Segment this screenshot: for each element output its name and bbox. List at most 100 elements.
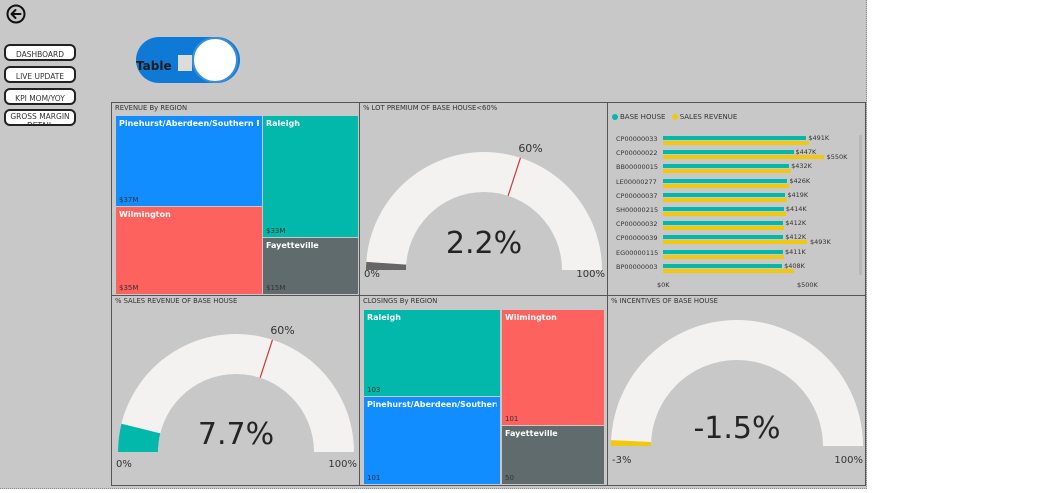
data-label: $408K xyxy=(784,261,805,270)
gauge-value: 2.2% xyxy=(446,226,522,261)
treemap-tile[interactable]: Wilmington $35M xyxy=(116,207,262,294)
bar-base-house[interactable] xyxy=(663,263,783,268)
category-label: LE00000277 xyxy=(616,177,657,186)
bar-base-house[interactable] xyxy=(663,221,784,226)
gross-margin-detail-button[interactable]: GROSS MARGIN DETAIL xyxy=(4,109,76,126)
tile-label: Fayetteville xyxy=(266,241,319,250)
tile-label: Raleigh xyxy=(266,119,300,128)
category-label: BP00000003 xyxy=(616,262,658,271)
bar-base-house[interactable] xyxy=(663,136,807,140)
table-toggle[interactable]: Table xyxy=(136,35,242,87)
data-label: $447K xyxy=(795,148,817,157)
x-tick-label: $500K xyxy=(797,281,818,289)
bar-base-house[interactable] xyxy=(663,150,794,155)
gauge-svg: -1.5% -3% 100% xyxy=(611,320,863,466)
treemap-tile[interactable]: Raleigh $33M xyxy=(263,116,358,237)
data-label: $493K xyxy=(809,238,831,247)
tile-label: Pinehurst/Aberdeen/Southern Pi... xyxy=(119,119,259,128)
data-label: $491K xyxy=(808,134,830,142)
bar-base-house[interactable] xyxy=(663,192,786,197)
tile-value: $33M xyxy=(266,227,286,235)
tile-value: $35M xyxy=(119,284,139,292)
gauge-target-label: 60% xyxy=(270,324,294,337)
legend-label: BASE HOUSE xyxy=(620,113,666,121)
tile-label: Pinehurst/Aberdeen/Southern ... xyxy=(367,400,497,409)
tile-value: $37M xyxy=(119,196,139,204)
data-label: $550K xyxy=(826,153,848,162)
sales-revenue-gauge[interactable]: % SALES REVENUE OF BASE HOUSE 60% 7.7% 0… xyxy=(111,295,360,486)
bar-base-house[interactable] xyxy=(663,235,784,240)
x-tick-label: $0K xyxy=(657,281,670,289)
lot-premium-gauge[interactable]: % LOT PREMIUM OF BASE HOUSE<60% 60% 2.2%… xyxy=(359,102,608,296)
category-label: BB00000015 xyxy=(616,163,659,172)
category-label: CP00000032 xyxy=(616,220,658,229)
gauge-min-label: 0% xyxy=(116,459,132,470)
tile-value: $15M xyxy=(266,284,286,292)
treemap-tile[interactable]: Fayetteville 50 xyxy=(502,426,604,484)
gauge-min-label: 0% xyxy=(364,269,380,280)
data-label: $414K xyxy=(785,205,807,213)
bar-base-house[interactable] xyxy=(663,207,784,211)
base-house-vs-sales-revenue-chart[interactable]: BASE HOUSE SALES REVENUE CP00000033 $491K… xyxy=(607,102,866,296)
category-label: EG00000115 xyxy=(616,248,659,257)
treemap-tile[interactable]: Fayetteville $15M xyxy=(263,238,358,294)
tile-value: 101 xyxy=(505,415,519,423)
report-canvas: DASHBOARD LIVE UPDATE KPI MOM/YOY GROSS … xyxy=(0,0,867,489)
bar-sales-revenue[interactable] xyxy=(663,197,788,202)
panel-title: CLOSINGS By REGION xyxy=(363,297,438,305)
bar-sales-revenue[interactable] xyxy=(663,169,792,174)
tile-value: 101 xyxy=(367,474,381,482)
toggle-knob[interactable] xyxy=(192,37,238,83)
category-label: CP00000033 xyxy=(616,135,658,143)
toggle-notch xyxy=(178,55,192,71)
data-label: $412K xyxy=(785,219,807,228)
gauge-value: 7.7% xyxy=(198,417,274,452)
bar-base-house[interactable] xyxy=(663,164,790,169)
bar-sales-revenue[interactable] xyxy=(663,141,809,145)
incentives-gauge[interactable]: % INCENTIVES OF BASE HOUSE -1.5% -3% 100… xyxy=(607,295,866,486)
data-label: $419K xyxy=(787,190,809,199)
gauge-max-label: 100% xyxy=(834,455,863,466)
panel-title: REVENUE By REGION xyxy=(115,104,188,112)
category-label: CP00000022 xyxy=(616,149,658,158)
bar-sales-revenue[interactable] xyxy=(663,226,785,231)
gauge-target-label: 60% xyxy=(518,142,542,155)
data-label: $411K xyxy=(785,247,806,256)
revenue-by-region-treemap[interactable]: REVENUE By REGION Pinehurst/Aberdeen/Sou… xyxy=(111,102,360,296)
treemap-tile[interactable]: Pinehurst/Aberdeen/Southern Pi... $37M xyxy=(116,116,262,206)
category-label: CP00000037 xyxy=(616,191,658,200)
live-update-button[interactable]: LIVE UPDATE xyxy=(4,66,76,83)
bar-sales-revenue[interactable] xyxy=(663,212,786,216)
data-label: $432K xyxy=(791,162,812,171)
closings-by-region-treemap[interactable]: CLOSINGS By REGION Raleigh 103 Wilmingto… xyxy=(359,295,608,486)
dashboard-button[interactable]: DASHBOARD xyxy=(4,44,76,61)
legend-dot xyxy=(671,114,678,120)
data-label: $412K xyxy=(785,233,807,242)
bar-base-house[interactable] xyxy=(663,178,788,183)
gauge-min-label: -3% xyxy=(612,455,631,466)
tile-value: 50 xyxy=(505,474,514,482)
data-label: $426K xyxy=(789,176,811,185)
tile-label: Raleigh xyxy=(367,313,401,322)
tile-value: 103 xyxy=(367,386,381,394)
gauge-max-label: 100% xyxy=(328,459,357,470)
toggle-label: Table xyxy=(136,59,172,73)
legend-label: SALES REVENUE xyxy=(679,113,738,121)
bar-sales-revenue[interactable] xyxy=(663,183,789,188)
treemap-tile[interactable]: Wilmington 101 xyxy=(502,310,604,425)
bar-sales-revenue[interactable] xyxy=(663,268,795,273)
back-arrow-icon[interactable] xyxy=(6,4,26,24)
kpi-mom-yoy-button[interactable]: KPI MOM/YOY xyxy=(4,88,76,105)
gauge-value: -1.5% xyxy=(693,411,780,446)
chart-legend: BASE HOUSE SALES REVENUE xyxy=(612,113,737,121)
tile-label: Wilmington xyxy=(119,210,171,219)
treemap-tile[interactable]: Pinehurst/Aberdeen/Southern ... 101 xyxy=(364,397,500,484)
scrollbar[interactable] xyxy=(859,135,862,275)
treemap-tile[interactable]: Raleigh 103 xyxy=(364,310,500,396)
bar-base-house[interactable] xyxy=(663,249,783,254)
category-label: CP00000039 xyxy=(616,234,658,243)
tile-label: Fayetteville xyxy=(505,429,558,438)
gauge-svg: 60% 7.7% 0% 100% xyxy=(116,324,357,470)
bar-sales-revenue[interactable] xyxy=(663,254,785,259)
tile-label: Wilmington xyxy=(505,313,557,322)
